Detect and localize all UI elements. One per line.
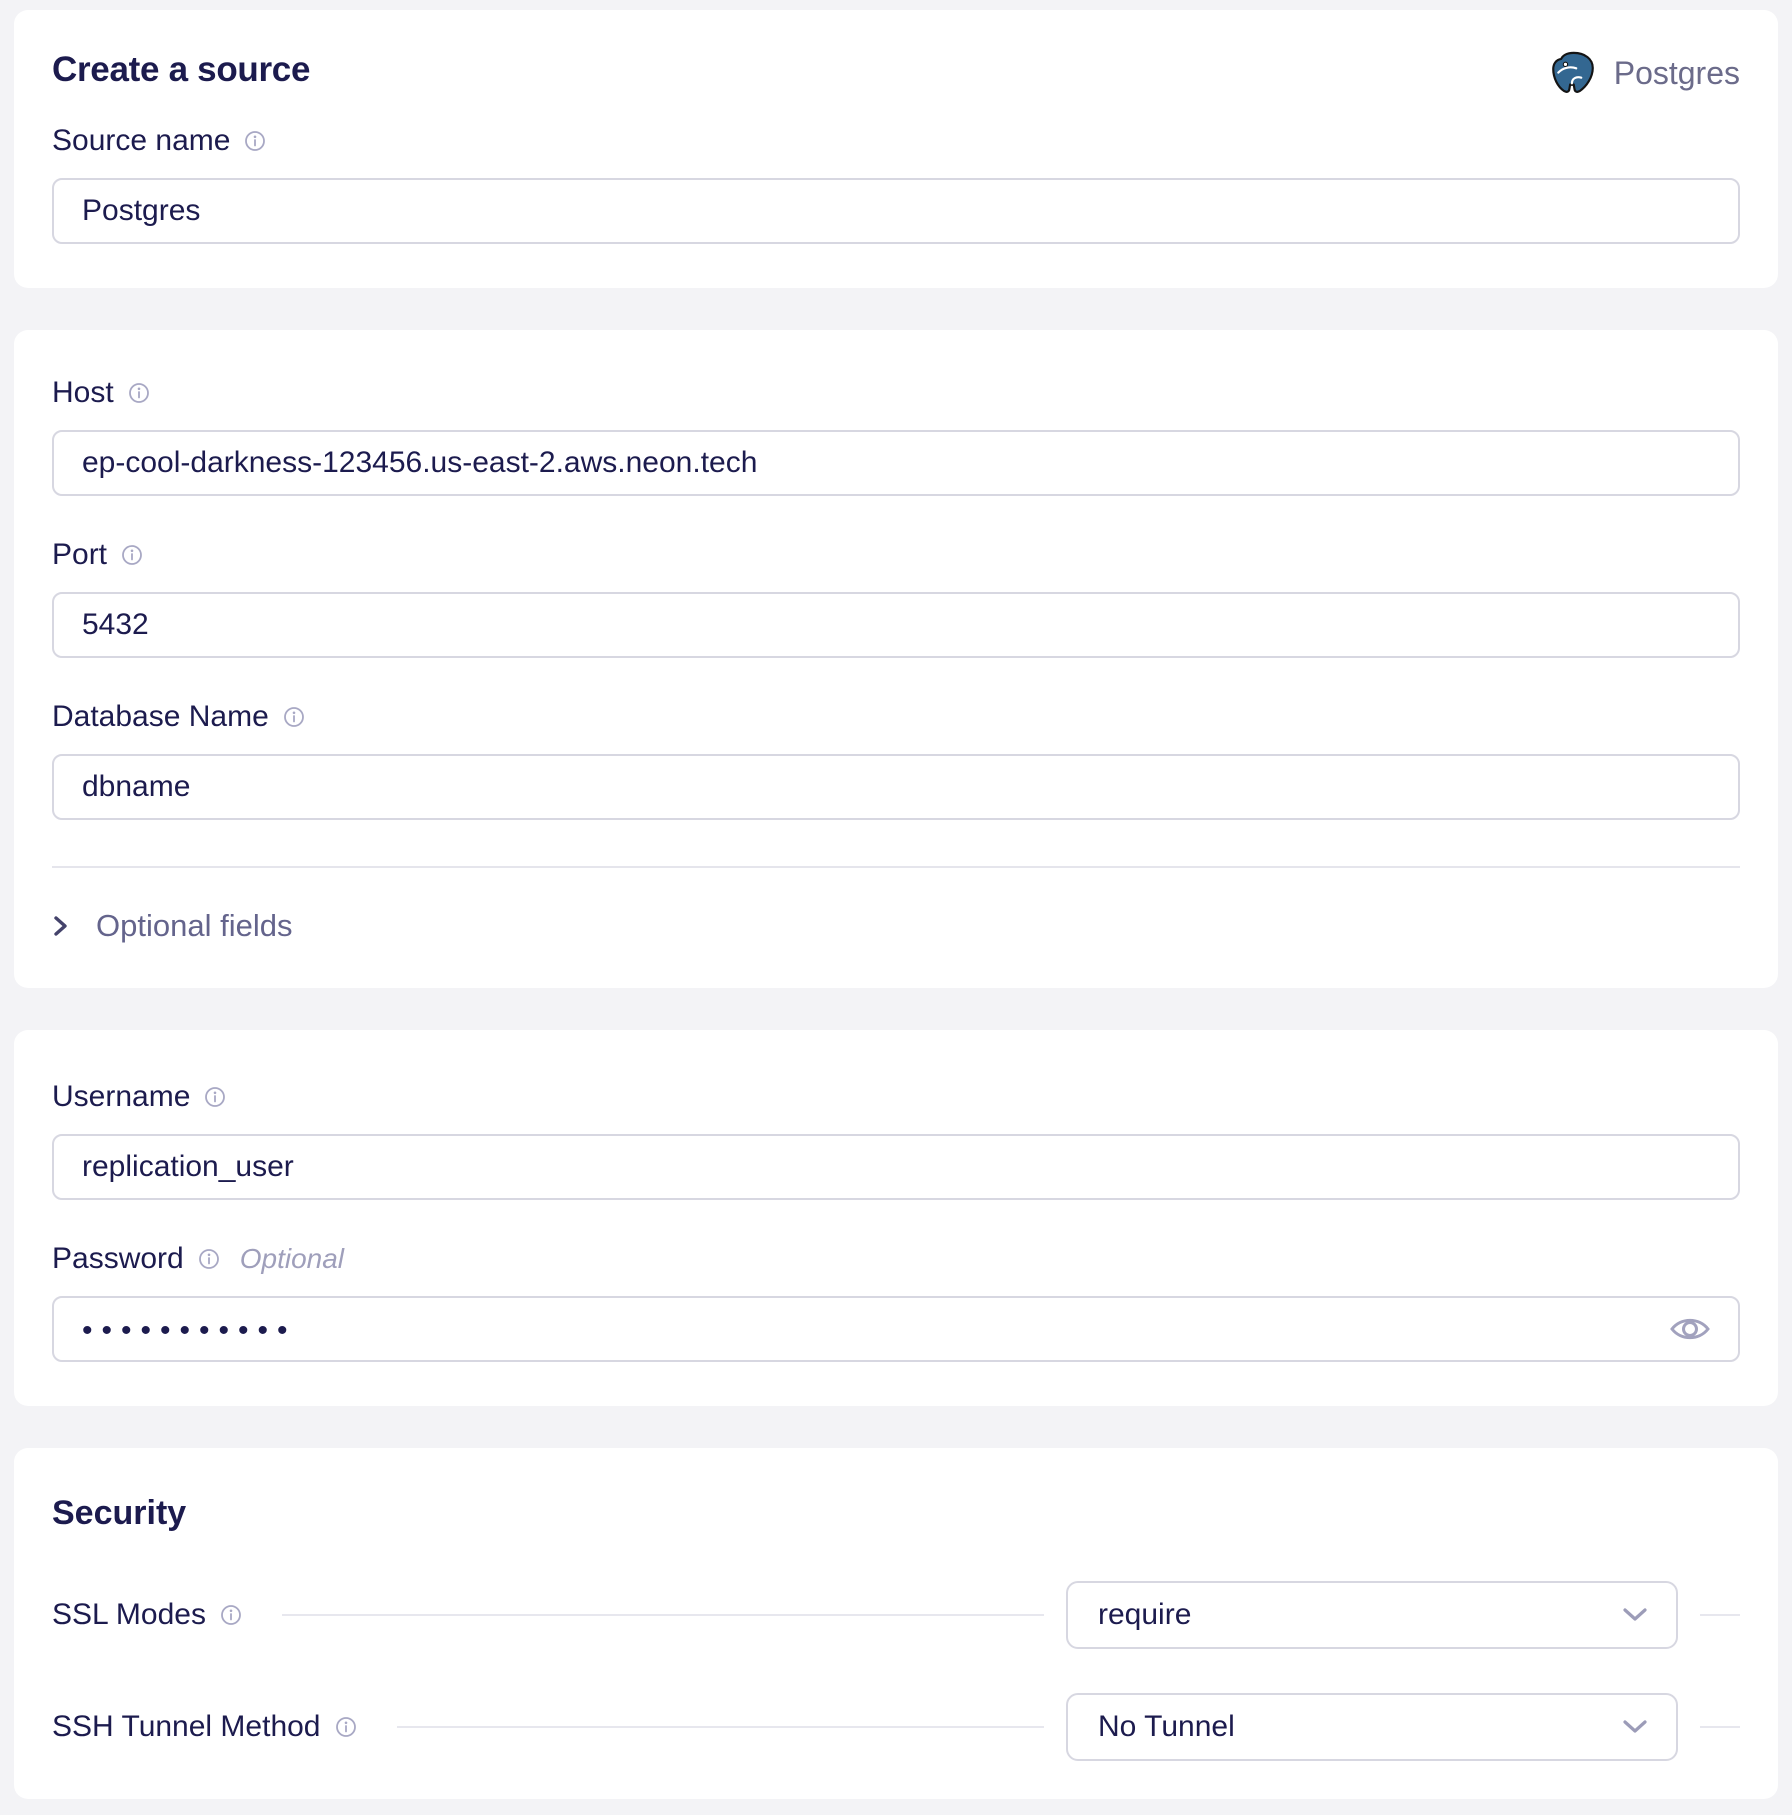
postgres-logo-icon <box>1550 50 1596 96</box>
ssh-tunnel-label: SSH Tunnel Method <box>52 1710 321 1744</box>
connector-name: Postgres <box>1614 55 1740 92</box>
port-field: Port <box>52 538 1740 658</box>
database-name-input[interactable] <box>52 754 1740 820</box>
chevron-down-icon <box>1622 1719 1648 1735</box>
password-masked-value: ••••••••••• <box>82 1312 297 1346</box>
ssl-modes-value: require <box>1098 1598 1191 1632</box>
port-input[interactable] <box>52 592 1740 658</box>
ssh-tunnel-select[interactable]: No Tunnel <box>1066 1693 1678 1761</box>
ssh-tunnel-row: SSH Tunnel Method No Tunnel <box>52 1693 1740 1761</box>
card-header: Create a source Postgres <box>52 50 1740 96</box>
create-source-card: Create a source Postgres Source name <box>14 10 1778 288</box>
toggle-password-visibility-button[interactable] <box>1668 1313 1712 1345</box>
page-title: Create a source <box>52 50 310 90</box>
info-icon[interactable] <box>220 1604 242 1626</box>
host-input[interactable] <box>52 430 1740 496</box>
info-icon[interactable] <box>128 382 150 404</box>
ssh-tunnel-value: No Tunnel <box>1098 1710 1235 1744</box>
source-name-label: Source name <box>52 124 230 158</box>
info-icon[interactable] <box>244 130 266 152</box>
info-icon[interactable] <box>335 1716 357 1738</box>
database-name-field: Database Name <box>52 700 1740 820</box>
credentials-card: Username Password Optional ••••••••••• <box>14 1030 1778 1406</box>
optional-fields-toggle[interactable]: Optional fields <box>52 908 292 944</box>
password-field: Password Optional ••••••••••• <box>52 1242 1740 1362</box>
ssl-modes-select[interactable]: require <box>1066 1581 1678 1649</box>
source-name-input[interactable] <box>52 178 1740 244</box>
info-icon[interactable] <box>204 1086 226 1108</box>
password-label: Password <box>52 1242 184 1276</box>
info-icon[interactable] <box>283 706 305 728</box>
ssl-modes-rule <box>282 1614 1044 1616</box>
host-label: Host <box>52 376 114 410</box>
ssl-modes-rule-end <box>1700 1614 1740 1616</box>
optional-badge: Optional <box>240 1243 344 1275</box>
password-input[interactable]: ••••••••••• <box>52 1296 1740 1362</box>
username-field: Username <box>52 1080 1740 1200</box>
connector-badge: Postgres <box>1550 50 1740 96</box>
security-heading: Security <box>52 1494 1740 1533</box>
port-label: Port <box>52 538 107 572</box>
ssh-tunnel-rule <box>397 1726 1045 1728</box>
ssl-modes-label: SSL Modes <box>52 1598 206 1632</box>
username-input[interactable] <box>52 1134 1740 1200</box>
source-name-field: Source name <box>52 124 1740 244</box>
chevron-right-icon <box>52 915 70 937</box>
create-source-page: Create a source Postgres Source name <box>0 0 1792 1815</box>
connection-card: Host Port Database Name <box>14 330 1778 988</box>
ssh-tunnel-rule-end <box>1700 1726 1740 1728</box>
chevron-down-icon <box>1622 1607 1648 1623</box>
username-label: Username <box>52 1080 190 1114</box>
eye-icon <box>1668 1313 1712 1345</box>
database-name-label: Database Name <box>52 700 269 734</box>
info-icon[interactable] <box>198 1248 220 1270</box>
host-field: Host <box>52 376 1740 496</box>
info-icon[interactable] <box>121 544 143 566</box>
optional-fields-label: Optional fields <box>96 908 292 944</box>
security-card: Security SSL Modes require SSH Tunnel Me… <box>14 1448 1778 1799</box>
ssl-modes-row: SSL Modes require <box>52 1581 1740 1649</box>
section-divider <box>52 866 1740 868</box>
